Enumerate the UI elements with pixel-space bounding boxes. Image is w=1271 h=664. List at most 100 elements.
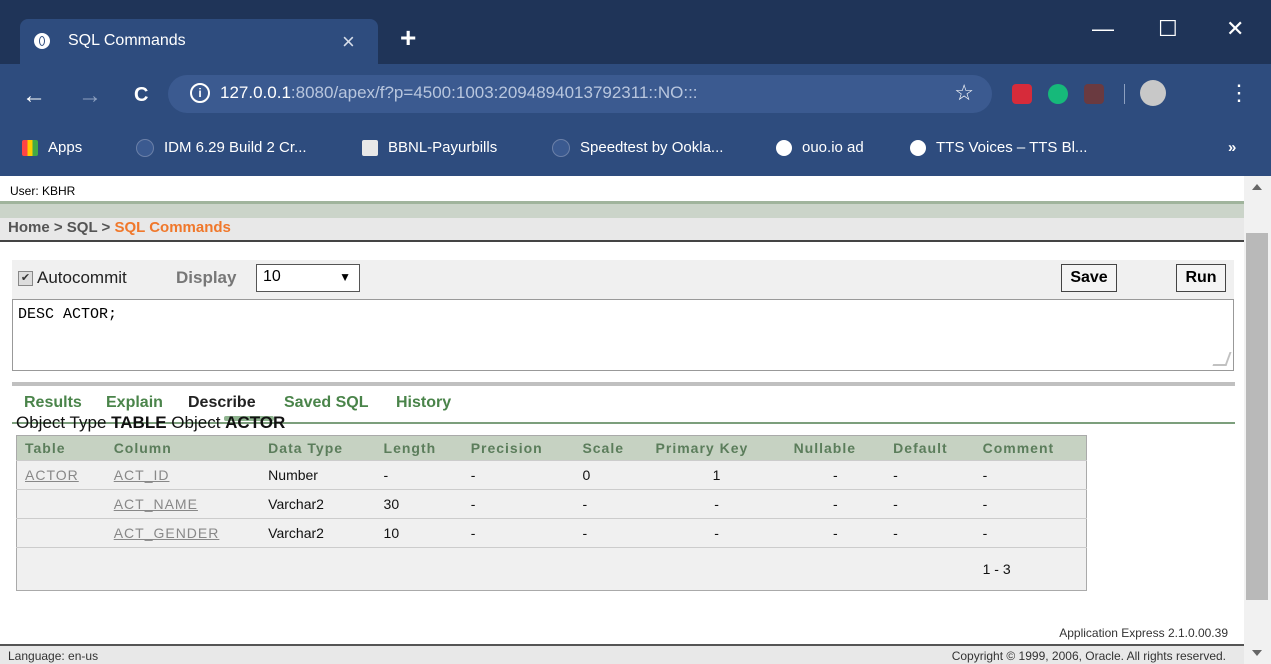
table-cell: - [647,518,786,548]
column-link[interactable]: ACT_NAME [105,489,261,519]
bookmark-label: ouo.io ad [802,139,864,156]
table-cell: - [647,489,786,519]
display-select[interactable]: 10 ▼ [256,264,360,292]
column-link[interactable]: ACT_GENDER [105,518,261,548]
maximize-icon[interactable]: ☐ [1158,16,1178,42]
bookmark-star-icon[interactable]: ☆ [954,80,974,106]
bookmark-label: BBNL-Payurbills [388,139,498,156]
column-header: Default [885,435,975,461]
url-text[interactable]: 127.0.0.1:8080/apex/f?p=4500:1003:209489… [220,83,698,103]
breadcrumb-home[interactable]: Home [8,219,50,236]
bookmarks-bar: Apps IDM 6.29 Build 2 Cr... BBNL-Payurbi… [0,126,1271,176]
tab-close-icon[interactable]: × [342,29,355,55]
table-cell: 30 [375,489,463,519]
browser-chrome: SQL Commands × + — ☐ ✕ ← → C i 127.0.0.1… [0,0,1271,176]
command-toolbar: ✔ Autocommit Display 10 ▼ Save Run [12,260,1234,300]
table-cell: - [885,489,975,519]
bookmark-ouo[interactable]: ouo.io ad [776,139,864,157]
bookmark-idm[interactable]: IDM 6.29 Build 2 Cr... [136,139,307,158]
new-tab-button[interactable]: + [400,22,416,54]
extension-shield-icon[interactable] [1012,84,1032,104]
bbnl-icon [362,140,378,157]
version-text: Application Express 2.1.0.00.39 [1059,626,1228,640]
table-row: ACTOR ACT_ID Number - - 0 1 - - - [16,460,1087,490]
column-header: Table [16,435,106,461]
page-icon [136,139,154,158]
tab-results[interactable]: Results [24,394,82,412]
bookmark-bbnl[interactable]: BBNL-Payurbills [362,139,498,157]
table-cell [16,518,106,548]
footer: Language: en-us Copyright © 1999, 2006, … [0,644,1244,664]
tab-explain[interactable]: Explain [106,394,163,412]
info-icon[interactable]: i [190,83,210,103]
browser-tab[interactable]: SQL Commands × [20,19,378,64]
bookmark-apps[interactable]: Apps [22,139,82,157]
chevron-down-icon: ▼ [339,270,351,284]
tab-history[interactable]: History [396,394,451,412]
bookmarks-overflow-icon[interactable]: » [1228,139,1236,156]
globe-icon [910,140,926,157]
column-header: Precision [462,435,575,461]
table-cell: - [462,518,575,548]
bookmark-speedtest[interactable]: Speedtest by Ookla... [552,139,724,158]
display-value: 10 [263,268,281,285]
scrollbar-thumb[interactable] [1246,233,1268,600]
browser-menu-icon[interactable]: ⋮ [1228,80,1250,106]
run-button[interactable]: Run [1176,264,1226,292]
table-cell: Varchar2 [260,518,376,548]
tab-describe[interactable]: Describe [188,394,256,412]
resize-grip-icon[interactable] [1212,352,1232,366]
table-cell: - [785,489,886,519]
tab-saved-sql[interactable]: Saved SQL [284,394,368,412]
scroll-up-icon[interactable] [1252,184,1262,190]
bookmark-label: Speedtest by Ookla... [580,139,724,156]
table-cell: - [974,460,1087,490]
table-cell: - [785,518,886,548]
language-text: Language: en-us [8,649,99,663]
reload-icon[interactable]: C [134,84,148,107]
url-path: :8080/apex/f?p=4500:1003:209489401379231… [290,83,698,102]
object-label: Object [171,413,221,432]
table-link[interactable]: ACTOR [16,460,106,490]
object-info: Object Type TABLE Object ACTOR [16,413,285,433]
table-cell: 1 [647,460,786,490]
table-cell: - [462,489,575,519]
url-host: 127.0.0.1 [220,83,291,102]
table-cell: - [375,460,463,490]
table-cell: - [885,518,975,548]
table-row: ACT_NAME Varchar2 30 - - - - - - [16,489,1087,519]
browser-toolbar: ← → C i 127.0.0.1:8080/apex/f?p=4500:100… [0,64,1271,126]
bookmark-label: IDM 6.29 Build 2 Cr... [164,139,307,156]
pagination-row: 1 - 3 [16,547,1087,591]
globe-icon [34,33,50,49]
table-cell: - [974,518,1087,548]
table-cell: 10 [375,518,463,548]
grammarly-icon[interactable] [1048,84,1068,104]
table-cell [16,489,106,519]
autocommit-checkbox[interactable]: ✔ [18,271,33,286]
minimize-icon[interactable]: — [1092,16,1114,42]
object-value: ACTOR [225,413,286,432]
sql-editor[interactable]: DESC ACTOR; [12,299,1234,371]
user-label: User: KBHR [10,184,76,198]
toolbar-divider [1124,84,1125,104]
tab-title: SQL Commands [68,32,186,49]
address-bar[interactable]: i 127.0.0.1:8080/apex/f?p=4500:1003:2094… [168,75,992,113]
profile-avatar-icon[interactable] [1140,80,1166,106]
globe-icon [776,140,792,157]
bookmark-tts[interactable]: TTS Voices – TTS Bl... [910,139,1087,157]
pdf-icon[interactable] [1084,84,1104,104]
column-link[interactable]: ACT_ID [105,460,261,490]
breadcrumb-separator: > [49,219,67,236]
column-header: Data Type [260,435,376,461]
save-button[interactable]: Save [1061,264,1117,292]
close-window-icon[interactable]: ✕ [1226,16,1244,42]
column-header: Nullable [785,435,886,461]
scroll-down-icon[interactable] [1252,650,1262,656]
back-icon[interactable]: ← [22,82,46,110]
pagination-text: 1 - 3 [974,547,1087,591]
forward-icon[interactable]: → [78,82,102,110]
breadcrumb-sql[interactable]: SQL [67,219,98,236]
vertical-scrollbar[interactable] [1244,176,1271,664]
column-header: Comment [974,435,1087,461]
